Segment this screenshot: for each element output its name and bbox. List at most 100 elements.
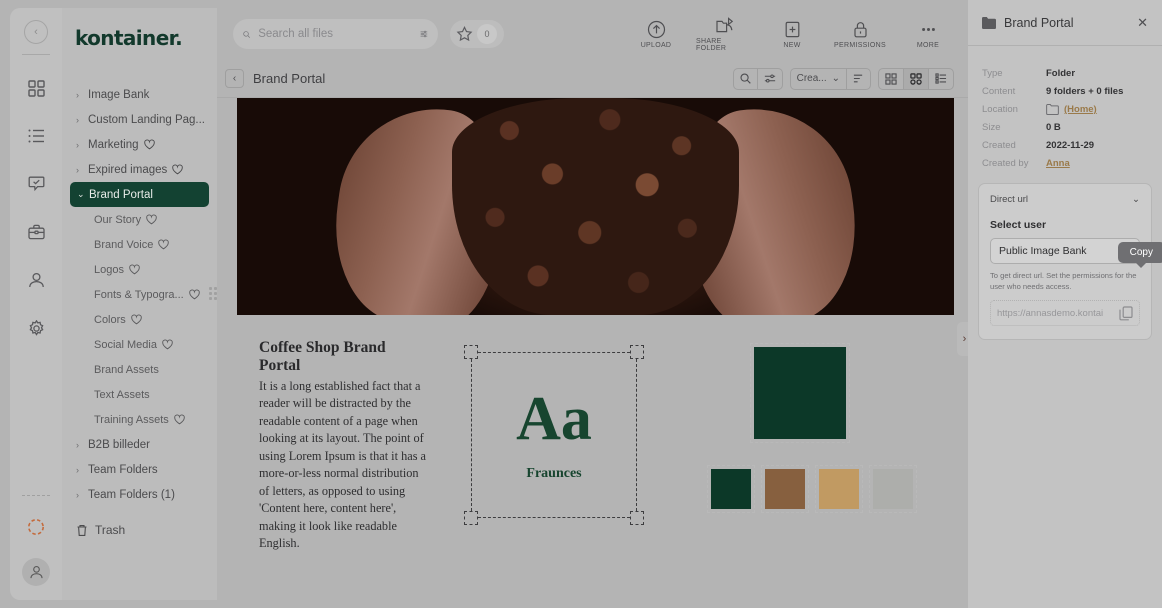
- sidebar-item-colors[interactable]: Colors: [62, 307, 217, 332]
- info-rows: TypeFolderContent9 folders + 0 filesLoca…: [968, 46, 1162, 169]
- sort-select[interactable]: Crea... ⌄: [791, 69, 847, 89]
- search-icon: [243, 28, 250, 41]
- filter-sliders-icon[interactable]: [420, 27, 428, 41]
- sidebar-item-trash[interactable]: Trash: [62, 523, 217, 537]
- sort-direction-button[interactable]: [847, 69, 870, 89]
- new-button[interactable]: NEW: [764, 20, 820, 49]
- view-grid-small-button[interactable]: [879, 69, 904, 89]
- sidebar-item-label: Brand Voice: [94, 239, 153, 251]
- favorites-pill[interactable]: 0: [450, 20, 504, 48]
- sidebar-item-team-folders[interactable]: ›Team Folders: [62, 457, 217, 482]
- filter-icon: [764, 73, 776, 84]
- heart-icon[interactable]: [158, 239, 169, 250]
- chevron-icon[interactable]: ›: [76, 490, 83, 500]
- sidebar-item-team-folders-1[interactable]: ›Team Folders (1): [62, 482, 217, 507]
- info-row: Content9 folders + 0 files: [982, 86, 1148, 97]
- star-icon: [456, 26, 473, 43]
- avatar[interactable]: [22, 558, 50, 586]
- chat-approved-icon[interactable]: [19, 167, 53, 201]
- info-key: Location: [982, 104, 1046, 115]
- new-label: NEW: [783, 42, 800, 49]
- sidebar-item-label: Training Assets: [94, 414, 169, 426]
- main-area: 0 UPLOAD SHARE FOLDER: [217, 8, 968, 600]
- color-swatch-0[interactable]: [711, 469, 751, 509]
- folder-filter-button[interactable]: [758, 69, 782, 89]
- favorites-count: 0: [477, 24, 497, 44]
- folder-icon: [982, 17, 996, 29]
- chevron-icon[interactable]: ›: [76, 140, 83, 150]
- briefcase-icon[interactable]: [19, 215, 53, 249]
- share-folder-icon: [715, 16, 734, 35]
- close-icon[interactable]: ✕: [1137, 15, 1148, 31]
- sidebar-item-our-story[interactable]: Our Story: [62, 207, 217, 232]
- sidebar-item-expired-images[interactable]: ›Expired images: [62, 157, 217, 182]
- sidebar-item-label: Text Assets: [94, 389, 150, 401]
- sidebar-item-training-assets[interactable]: Training Assets: [62, 407, 217, 432]
- chevron-icon[interactable]: ›: [76, 440, 83, 450]
- heart-icon[interactable]: [129, 264, 140, 275]
- search-box[interactable]: [233, 19, 438, 49]
- folder-search-button[interactable]: [734, 69, 758, 89]
- color-swatch-1[interactable]: [765, 469, 805, 509]
- heart-icon[interactable]: [146, 214, 157, 225]
- folder-sidebar: kontainer. ›Image Bank›Custom Landing Pa…: [62, 8, 217, 600]
- sidebar-item-social-media[interactable]: Social Media: [62, 332, 217, 357]
- heart-icon[interactable]: [144, 139, 155, 150]
- sidebar-item-brand-voice[interactable]: Brand Voice: [62, 232, 217, 257]
- info-link[interactable]: (Home): [1064, 104, 1097, 115]
- direct-url-field[interactable]: https://annasdemo.kontai: [990, 300, 1140, 326]
- heart-icon[interactable]: [131, 314, 142, 325]
- sidebar-item-brand-assets[interactable]: Brand Assets: [62, 357, 217, 382]
- chevron-icon[interactable]: ›: [76, 465, 83, 475]
- info-key: Type: [982, 68, 1046, 79]
- brand-panels: Coffee Shop Brand Portal It is a long es…: [237, 315, 954, 553]
- info-value: 9 folders + 0 files: [1046, 86, 1123, 97]
- info-value[interactable]: (Home): [1046, 104, 1097, 115]
- color-swatch-2[interactable]: [819, 469, 859, 509]
- new-plus-icon: [783, 20, 802, 39]
- color-swatch-large[interactable]: [754, 347, 846, 439]
- gear-icon[interactable]: [19, 311, 53, 345]
- sidebar-item-marketing[interactable]: ›Marketing: [62, 132, 217, 157]
- list-icon[interactable]: [19, 119, 53, 153]
- copy-icon[interactable]: [1119, 306, 1133, 321]
- view-list-button[interactable]: [929, 69, 953, 89]
- chevron-icon[interactable]: ›: [76, 115, 83, 125]
- more-button[interactable]: MORE: [900, 20, 956, 49]
- view-grid-large-button[interactable]: [904, 69, 929, 89]
- chevron-icon[interactable]: ›: [76, 90, 83, 100]
- back-button[interactable]: ‹: [225, 69, 244, 88]
- upload-button[interactable]: UPLOAD: [628, 20, 684, 49]
- heart-icon[interactable]: [162, 339, 173, 350]
- chevron-icon[interactable]: ›: [76, 165, 83, 175]
- info-link[interactable]: Anna: [1046, 158, 1070, 169]
- sidebar-item-b2b-billeder[interactable]: ›B2B billeder: [62, 432, 217, 457]
- sidebar-item-custom-landing-pag[interactable]: ›Custom Landing Pag...: [62, 107, 217, 132]
- info-key: Content: [982, 86, 1046, 97]
- sidebar-item-brand-portal[interactable]: ⌄Brand Portal: [70, 182, 209, 207]
- search-input[interactable]: [258, 28, 412, 40]
- user-icon[interactable]: [19, 263, 53, 297]
- direct-url-header[interactable]: Direct url ⌄: [990, 194, 1140, 205]
- sidebar-item-fonts-typogra[interactable]: Fonts & Typogra...: [62, 282, 217, 307]
- sidebar-item-logos[interactable]: Logos: [62, 257, 217, 282]
- info-row: Location (Home): [982, 104, 1148, 115]
- permissions-button[interactable]: PERMISSIONS: [832, 20, 888, 49]
- lifebuoy-icon[interactable]: [19, 510, 53, 544]
- info-row: TypeFolder: [982, 68, 1148, 79]
- share-folder-button[interactable]: SHARE FOLDER: [696, 16, 752, 52]
- rail-collapse-button[interactable]: ‹: [24, 20, 48, 44]
- sidebar-item-label: Logos: [94, 264, 124, 276]
- heart-icon[interactable]: [172, 164, 183, 175]
- dashboard-icon[interactable]: [19, 71, 53, 105]
- sidebar-item-image-bank[interactable]: ›Image Bank: [62, 82, 217, 107]
- chevron-icon[interactable]: ⌄: [77, 189, 84, 200]
- heart-icon[interactable]: [174, 414, 185, 425]
- color-swatch-3[interactable]: [873, 469, 913, 509]
- heart-icon[interactable]: [189, 289, 200, 300]
- share-folder-label: SHARE FOLDER: [696, 38, 752, 52]
- grid-small-icon: [885, 73, 897, 85]
- sidebar-item-text-assets[interactable]: Text Assets: [62, 382, 217, 407]
- info-value[interactable]: Anna: [1046, 158, 1070, 169]
- info-value: Folder: [1046, 68, 1075, 79]
